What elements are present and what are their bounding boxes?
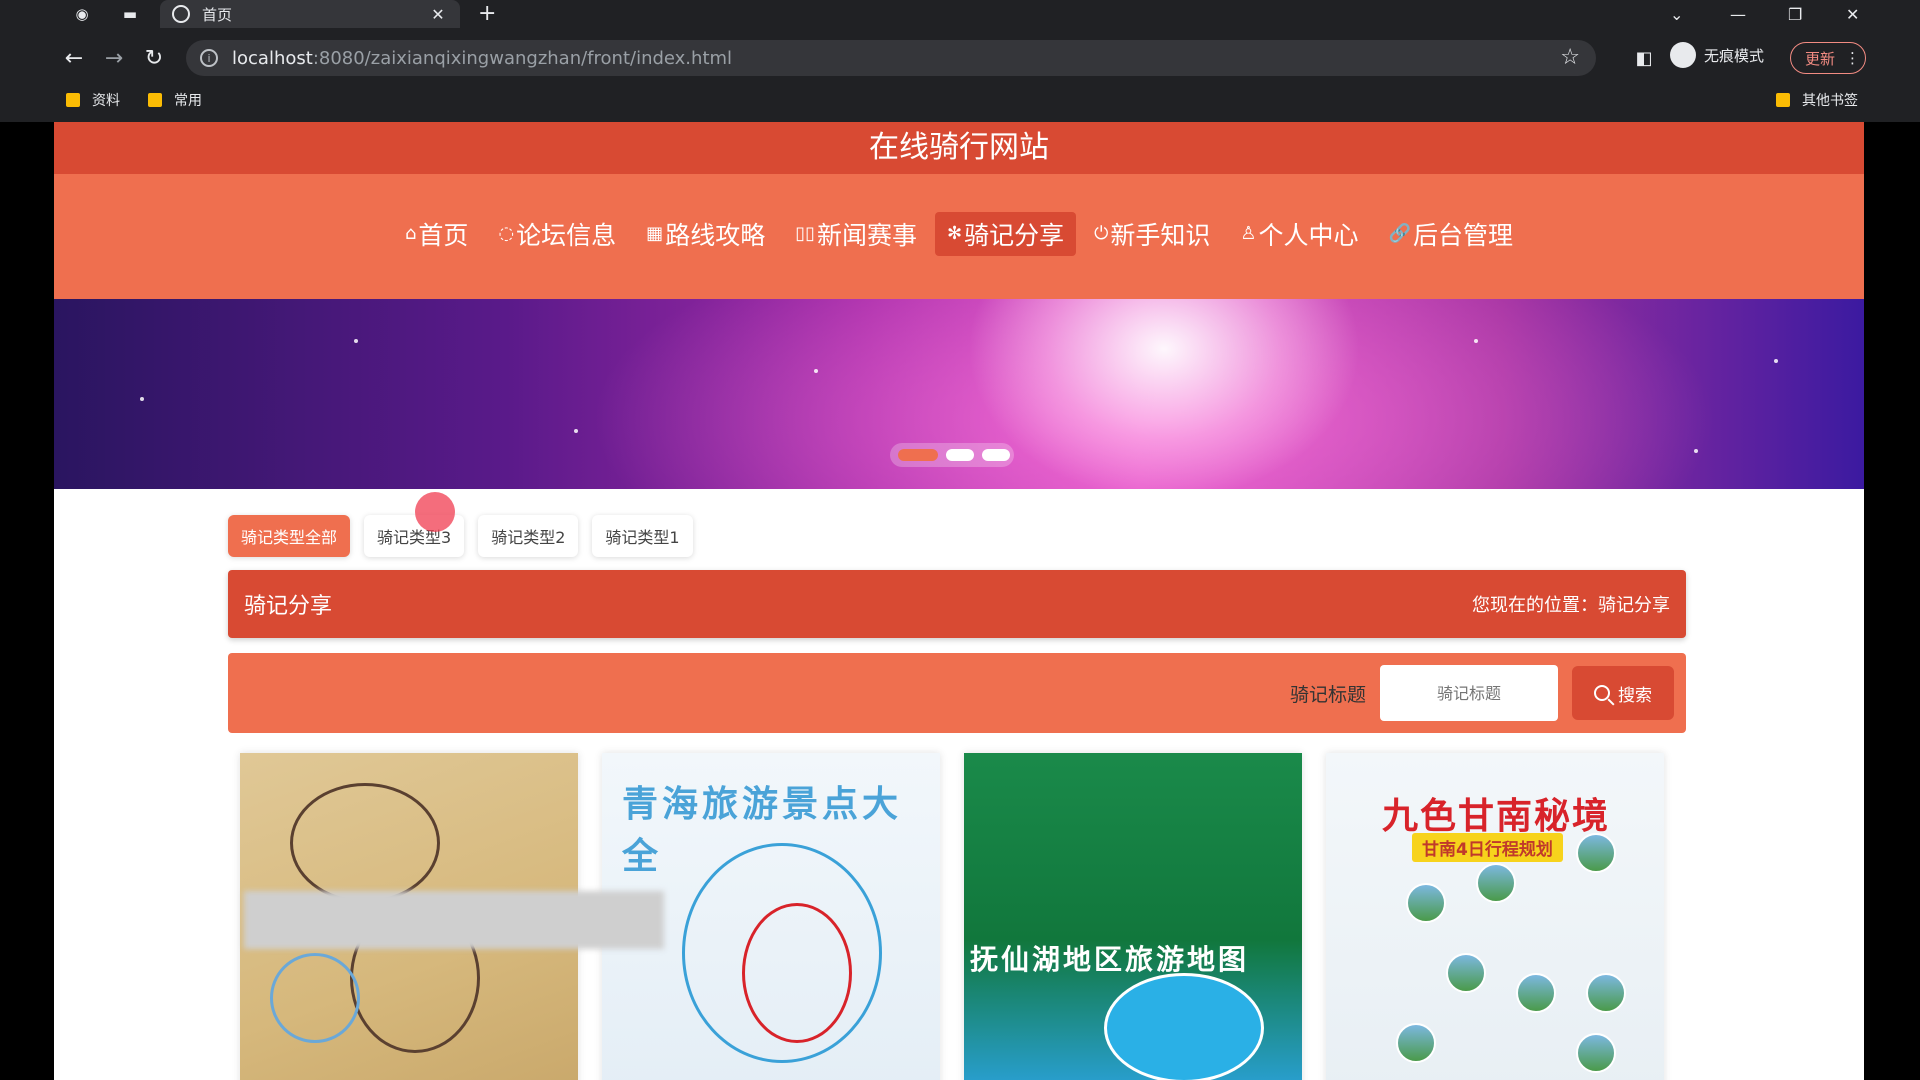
back-icon[interactable]: ←: [60, 44, 88, 72]
incognito-indicator[interactable]: 无痕模式: [1670, 42, 1764, 68]
bookmark-label: 资料: [92, 93, 120, 109]
nav-routes[interactable]: ▦ 路线攻略: [634, 212, 777, 256]
screen-edge: [1864, 122, 1920, 1080]
nav-news[interactable]: ▯▯ 新闻赛事: [783, 212, 929, 256]
tab-bar: ◉ ▬ 首页 ✕ + ⌄ — ❐ ✕: [0, 0, 1920, 28]
click-indicator: [415, 492, 455, 532]
type-filters: 骑记类型全部 骑记类型3 骑记类型2 骑记类型1: [228, 515, 693, 557]
home-icon: ⌂: [404, 223, 417, 244]
nav-label: 论坛信息: [516, 220, 617, 250]
forward-icon[interactable]: →: [100, 44, 128, 72]
menu-icon[interactable]: ⋮: [1845, 49, 1860, 67]
url-path: :8080/zaixianqixingwangzhan/front/index.…: [312, 47, 733, 69]
new-tab-icon[interactable]: +: [478, 1, 496, 26]
site-title: 在线骑行网站: [54, 122, 1864, 174]
search-label: 骑记标题: [1289, 683, 1366, 706]
nav-label: 新闻赛事: [817, 220, 918, 250]
browser-icon[interactable]: ◉: [72, 4, 92, 24]
nav-label: 新手知识: [1110, 220, 1211, 250]
search-button[interactable]: 搜索: [1572, 666, 1674, 720]
card-title: 九色甘南秘境: [1382, 795, 1611, 837]
fuxian-lake-map-image: 抚仙湖地区旅游地图: [964, 753, 1302, 1080]
folder-icon: [148, 93, 162, 107]
search-bar: 骑记标题 搜索: [228, 653, 1686, 733]
share-card[interactable]: 抚仙湖地区旅游地图: [964, 753, 1302, 1080]
other-bookmarks-label: 其他书签: [1802, 93, 1858, 109]
tab-grid-icon[interactable]: ▬: [120, 4, 140, 24]
nav-beginner[interactable]: ⏻ 新手知识: [1082, 212, 1222, 256]
bookmark-label: 常用: [174, 93, 202, 109]
incognito-icon: [1670, 42, 1696, 68]
redacted-overlay: [244, 891, 664, 949]
link-icon: 🔗: [1388, 223, 1411, 244]
bookmark-star-icon[interactable]: ☆: [1560, 45, 1580, 70]
other-bookmarks[interactable]: 其他书签: [1776, 90, 1858, 110]
minimize-icon[interactable]: —: [1730, 0, 1746, 28]
nav-label: 骑记分享: [964, 220, 1065, 250]
folder-icon: [66, 93, 80, 107]
gannan-poster-image: 九色甘南秘境 甘南4日行程规划: [1326, 753, 1664, 1080]
search-input[interactable]: [1380, 665, 1558, 721]
folder-icon: [1776, 93, 1790, 107]
tab-title: 首页: [202, 5, 233, 24]
tab-home[interactable]: 首页 ✕: [160, 0, 460, 28]
user-icon: ♙: [1240, 223, 1257, 244]
bookmarks-bar: 资料 常用 其他书签: [0, 86, 1920, 114]
card-title: 抚仙湖地区旅游地图: [970, 943, 1250, 976]
browser-toolbar: ← → ↻ i localhost:8080/zaixianqixingwang…: [0, 36, 1920, 80]
carousel-dot-2[interactable]: [946, 449, 974, 461]
nav-profile[interactable]: ♙ 个人中心: [1228, 212, 1370, 256]
carousel-indicators: [890, 443, 1014, 467]
news-icon: ▯▯: [795, 223, 816, 244]
card-subtitle: 甘南4日行程规划: [1412, 833, 1563, 862]
update-label: 更新: [1805, 49, 1836, 68]
nav-home[interactable]: ⌂ 首页: [393, 212, 480, 256]
restore-icon[interactable]: ❐: [1788, 0, 1802, 28]
carousel-dot-3[interactable]: [982, 449, 1010, 461]
search-icon: [1594, 685, 1610, 701]
bookmark-folder-changyong[interactable]: 常用: [148, 90, 202, 110]
nav-label: 个人中心: [1258, 220, 1359, 250]
nav-admin[interactable]: 🔗 后台管理: [1377, 212, 1525, 256]
address-bar[interactable]: i localhost:8080/zaixianqixingwangzhan/f…: [186, 40, 1596, 76]
filter-type-1[interactable]: 骑记类型1: [592, 515, 693, 557]
browser-chrome: ◉ ▬ 首页 ✕ + ⌄ — ❐ ✕ ← → ↻ i localhost:808…: [0, 0, 1920, 122]
filter-type-2[interactable]: 骑记类型2: [478, 515, 579, 557]
filter-all[interactable]: 骑记类型全部: [228, 515, 351, 557]
main-nav: ⌂ 首页 ◌ 论坛信息 ▦ 路线攻略 ▯▯ 新闻赛事 ✻ 骑记分享 ⏻ 新手知识 ♙ 个人中心…: [54, 174, 1864, 299]
nav-forum[interactable]: ◌ 论坛信息: [486, 212, 628, 256]
nav-label: 后台管理: [1412, 220, 1513, 250]
section-title: 骑记分享: [244, 594, 333, 619]
chevron-down-icon[interactable]: ⌄: [1670, 0, 1683, 28]
nav-label: 路线攻略: [665, 220, 766, 250]
bookmark-folder-ziliao[interactable]: 资料: [66, 90, 120, 110]
nav-share[interactable]: ✻ 骑记分享: [935, 211, 1077, 256]
breadcrumb: 您现在的位置：骑记分享: [1472, 595, 1670, 616]
forum-icon: ◌: [498, 223, 515, 244]
info-icon[interactable]: i: [200, 49, 218, 67]
share-card[interactable]: 九色甘南秘境 甘南4日行程规划: [1326, 753, 1664, 1080]
update-button[interactable]: 更新 ⋮: [1790, 42, 1866, 74]
close-icon[interactable]: ✕: [426, 5, 450, 24]
window-close-icon[interactable]: ✕: [1846, 0, 1859, 28]
sidebar-icon[interactable]: ◧: [1630, 44, 1658, 72]
reload-icon[interactable]: ↻: [140, 44, 168, 72]
share-icon: ✻: [947, 223, 963, 244]
lake-shape: [1104, 973, 1264, 1080]
banner-carousel[interactable]: [54, 299, 1864, 489]
nav-label: 首页: [418, 220, 469, 250]
globe-icon: [172, 5, 190, 23]
grid-icon: ▦: [646, 223, 664, 244]
search-button-label: 搜索: [1618, 685, 1652, 706]
carousel-dot-1[interactable]: [898, 449, 938, 461]
url-host: localhost: [232, 47, 313, 69]
section-header: 骑记分享 您现在的位置：骑记分享: [228, 570, 1686, 638]
incognito-label: 无痕模式: [1704, 46, 1765, 65]
power-icon: ⏻: [1094, 223, 1109, 244]
